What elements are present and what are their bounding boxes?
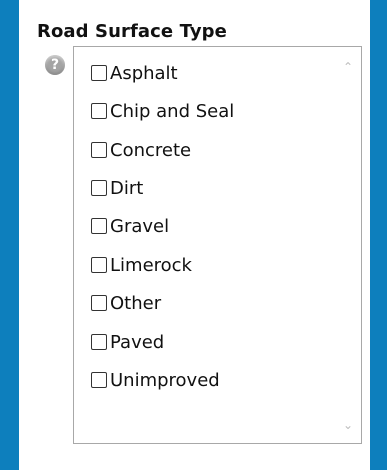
option-asphalt[interactable]: Asphalt	[91, 59, 178, 87]
field-title: Road Surface Type	[37, 21, 227, 42]
option-label: Gravel	[110, 215, 170, 237]
option-label: Concrete	[110, 139, 192, 161]
option-concrete[interactable]: Concrete	[91, 136, 191, 164]
option-gravel[interactable]: Gravel	[91, 212, 169, 240]
road-surface-checkbox-list[interactable]: Asphalt Chip and Seal Concrete Dirt Grav…	[73, 46, 362, 444]
checkbox-paved[interactable]	[91, 334, 107, 350]
chevron-down-icon[interactable]: ⌄	[342, 419, 354, 431]
option-label: Asphalt	[110, 62, 178, 84]
option-label: Paved	[110, 331, 165, 353]
option-label: Unimproved	[110, 369, 220, 391]
option-label: Dirt	[110, 177, 144, 199]
option-limerock[interactable]: Limerock	[91, 251, 192, 279]
checkbox-chip-and-seal[interactable]	[91, 103, 107, 119]
checkbox-dirt[interactable]	[91, 180, 107, 196]
option-chip-and-seal[interactable]: Chip and Seal	[91, 97, 234, 125]
option-dirt[interactable]: Dirt	[91, 174, 143, 202]
option-label: Limerock	[110, 254, 192, 276]
help-icon[interactable]: ?	[45, 55, 65, 75]
checkbox-concrete[interactable]	[91, 142, 107, 158]
option-label: Chip and Seal	[110, 100, 235, 122]
option-other[interactable]: Other	[91, 289, 161, 317]
checkbox-limerock[interactable]	[91, 257, 107, 273]
checkbox-asphalt[interactable]	[91, 65, 107, 81]
chevron-up-icon[interactable]: ⌃	[342, 61, 354, 73]
checkbox-unimproved[interactable]	[91, 372, 107, 388]
form-panel: Road Surface Type ? Asphalt Chip and Sea…	[19, 0, 370, 470]
checkbox-other[interactable]	[91, 295, 107, 311]
option-unimproved[interactable]: Unimproved	[91, 366, 220, 394]
checkbox-gravel[interactable]	[91, 218, 107, 234]
option-label: Other	[110, 292, 162, 314]
option-paved[interactable]: Paved	[91, 328, 164, 356]
